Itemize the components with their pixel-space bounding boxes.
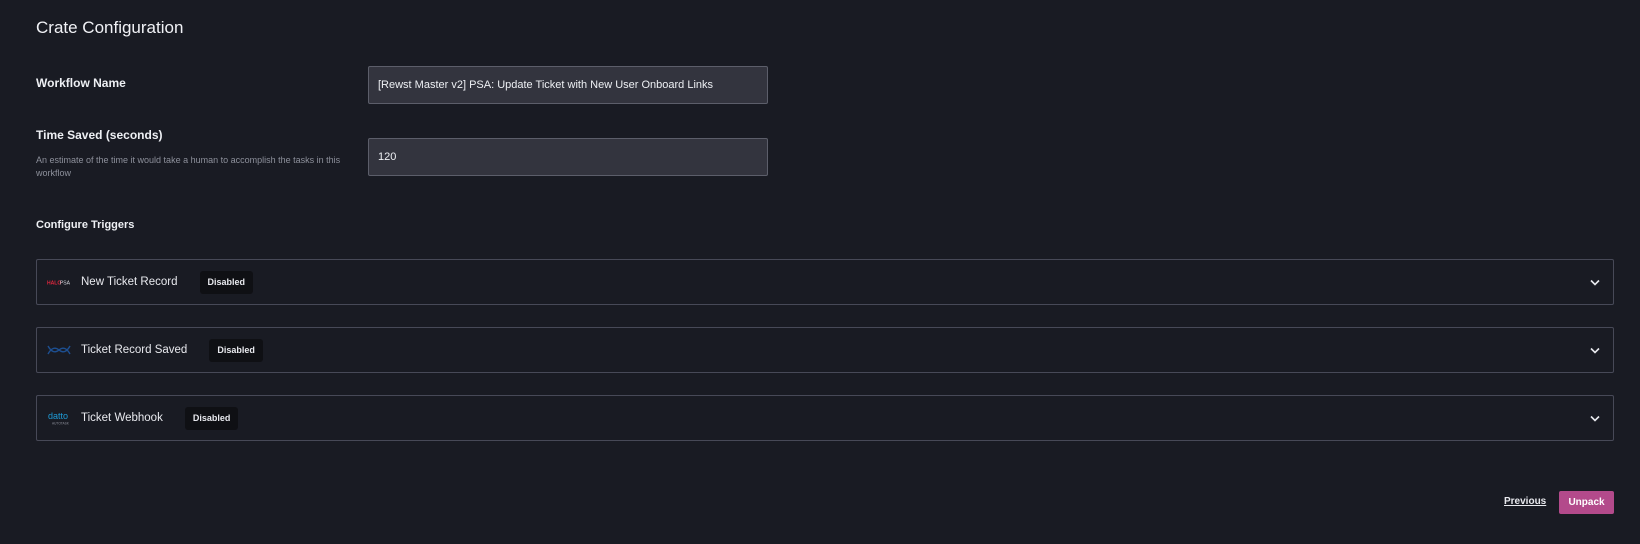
time-saved-label: Time Saved (seconds) xyxy=(36,128,163,142)
previous-link[interactable]: Previous xyxy=(1504,496,1546,507)
svg-text:AUTOTASK: AUTOTASK xyxy=(52,422,70,426)
time-saved-input[interactable] xyxy=(368,138,768,176)
halopsa-logo-icon: HALO PSA xyxy=(47,274,71,290)
svg-text:PSA: PSA xyxy=(60,280,71,286)
configure-triggers-title: Configure Triggers xyxy=(36,219,135,231)
trigger-name: New Ticket Record xyxy=(81,276,178,288)
connectwise-logo-icon xyxy=(47,342,71,358)
trigger-name: Ticket Webhook xyxy=(81,412,163,424)
time-saved-help: An estimate of the time it would take a … xyxy=(36,155,341,178)
status-badge: Disabled xyxy=(209,338,263,362)
trigger-card-ticket-record-saved[interactable]: Ticket Record Saved Disabled xyxy=(36,327,1614,373)
svg-text:datto: datto xyxy=(48,411,68,421)
chevron-down-icon[interactable] xyxy=(1589,276,1601,288)
status-badge: Disabled xyxy=(184,406,239,430)
trigger-card-ticket-webhook[interactable]: datto AUTOTASK Ticket Webhook Disabled xyxy=(36,395,1614,441)
chevron-down-icon[interactable] xyxy=(1589,344,1601,356)
chevron-down-icon[interactable] xyxy=(1589,412,1601,424)
datto-logo-icon: datto AUTOTASK xyxy=(47,410,71,426)
workflow-name-label: Workflow Name xyxy=(36,76,126,90)
status-badge: Disabled xyxy=(199,270,254,294)
unpack-button[interactable]: Unpack xyxy=(1559,491,1614,514)
page-title: Crate Configuration xyxy=(36,18,184,37)
workflow-name-input[interactable] xyxy=(368,66,768,104)
trigger-card-new-ticket-record[interactable]: HALO PSA New Ticket Record Disabled xyxy=(36,259,1614,305)
trigger-name: Ticket Record Saved xyxy=(81,344,188,356)
